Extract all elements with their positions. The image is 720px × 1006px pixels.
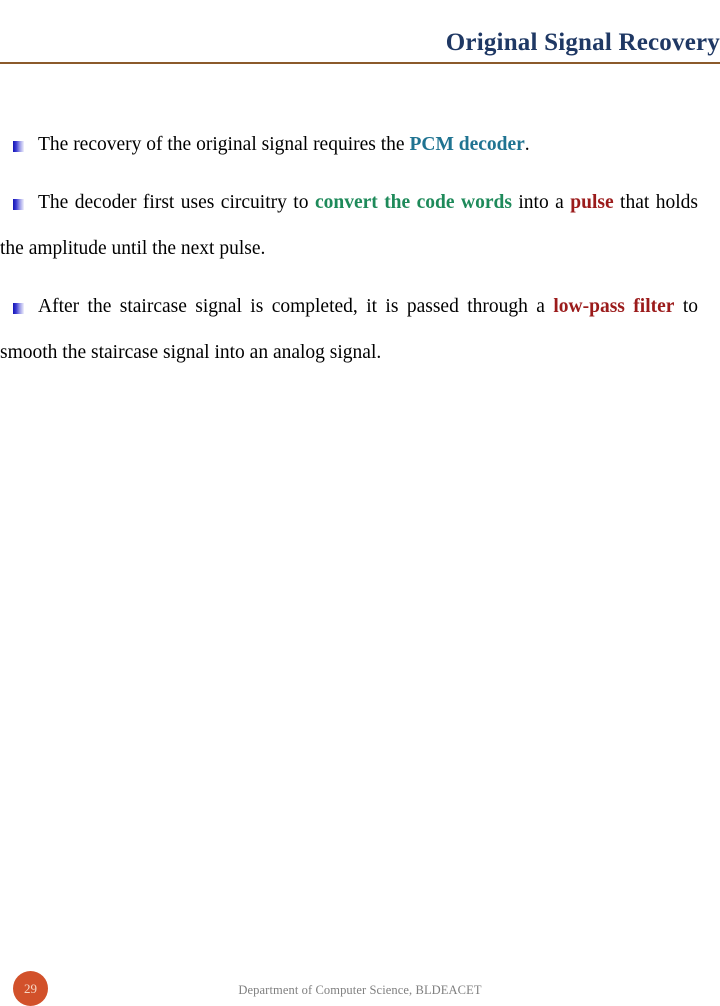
bullet-item: The recovery of the original signal requ… bbox=[0, 122, 720, 168]
bullet-run: The recovery of the original signal requ… bbox=[38, 134, 410, 155]
slide-canvas: Original Signal Recovery The recovery of… bbox=[0, 0, 720, 1006]
slide-body: The recovery of the original signal requ… bbox=[0, 122, 720, 452]
emphasis-pulse: pulse bbox=[570, 192, 614, 213]
title-area: Original Signal Recovery bbox=[0, 28, 720, 62]
emphasis-low-pass-filter: low-pass filter bbox=[553, 296, 675, 317]
bullet-run: The decoder first uses circuitry to bbox=[38, 192, 315, 213]
bullet-run: into a bbox=[511, 192, 571, 213]
slide-footer: 29 Department of Computer Science, BLDEA… bbox=[0, 480, 720, 1006]
bullet-item: After the staircase signal is completed,… bbox=[0, 284, 720, 376]
square-bullet-icon bbox=[13, 303, 24, 314]
bullet-text-1: The recovery of the original signal requ… bbox=[38, 134, 530, 155]
bullet-item: The decoder first uses circuitry to conv… bbox=[0, 180, 720, 272]
bullet-text-3: After the staircase signal is completed,… bbox=[0, 296, 698, 363]
title-divider bbox=[0, 62, 720, 64]
bullet-run: After the staircase signal is completed,… bbox=[38, 296, 554, 317]
bullet-text-2: The decoder first uses circuitry to conv… bbox=[0, 192, 698, 259]
square-bullet-icon bbox=[13, 199, 24, 210]
emphasis-pcm-decoder: PCM decoder bbox=[409, 134, 525, 155]
footer-text: Department of Computer Science, BLDEACET bbox=[238, 983, 482, 997]
emphasis-convert-code-words: convert the code words bbox=[314, 192, 512, 213]
bullet-run: . bbox=[524, 134, 530, 155]
square-bullet-icon bbox=[13, 141, 24, 152]
page-title: Original Signal Recovery bbox=[445, 29, 720, 56]
